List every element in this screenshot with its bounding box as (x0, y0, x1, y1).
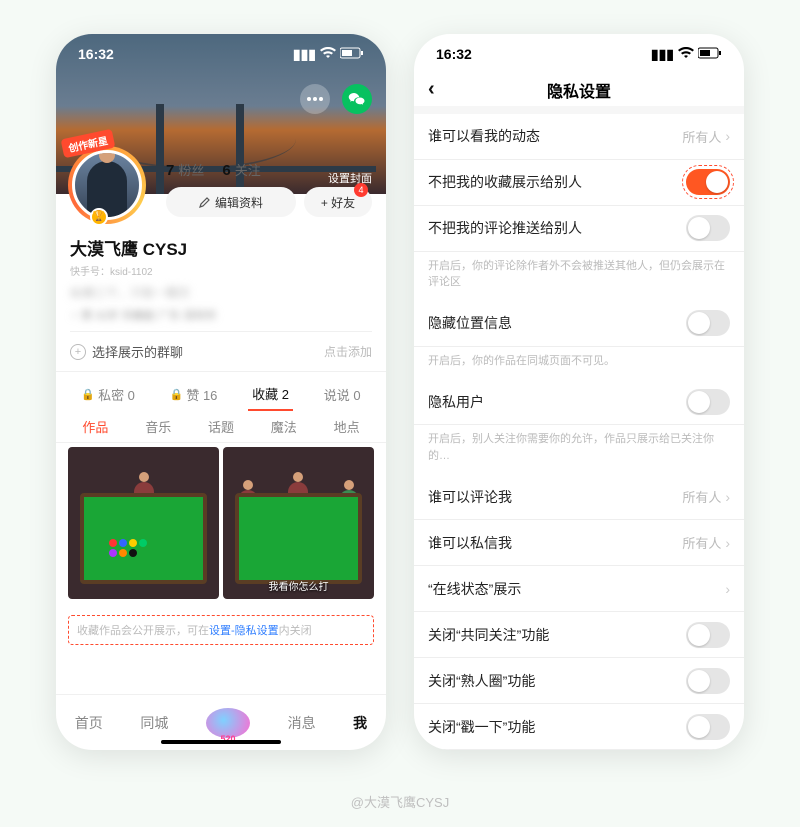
wechat-share-button[interactable] (342, 84, 372, 114)
lock-icon: 🔒 (170, 388, 184, 401)
row-who-dm[interactable]: 谁可以私信我 所有人› (414, 520, 744, 566)
plus-icon: + (70, 344, 86, 360)
favorites-public-notice: 收藏作品会公开展示，可在设置-隐私设置内关闭 (68, 615, 374, 645)
nav-messages[interactable]: 消息 (288, 713, 316, 733)
sub-tabs: 作品 音乐 话题 魔法 地点 (56, 411, 386, 443)
display-name: 大漠飞鹰 CYSJ (70, 235, 372, 260)
status-time: 16:32 (78, 46, 114, 62)
tags-blurred: ♂ 男 32岁 天蝎座 广东·深圳市 (70, 307, 372, 323)
subtab-works[interactable]: 作品 (82, 417, 108, 436)
settings-list: 谁可以看我的动态 所有人› 不把我的收藏展示给别人 不把我的评论推送给别人 开启… (414, 106, 744, 751)
status-icons: ▮▮▮ (293, 46, 364, 63)
battery-icon (340, 46, 364, 62)
add-friend-button[interactable]: + 好友 4 (304, 187, 372, 217)
row-who-comment[interactable]: 谁可以评论我 所有人› (414, 474, 744, 520)
nav-create[interactable] (206, 708, 250, 738)
toggle-mutual-follow[interactable] (686, 622, 730, 648)
row-poke: 关闭“戳一下”功能 (414, 704, 744, 750)
tab-favorites[interactable]: 收藏 2 (248, 378, 293, 411)
status-bar: 16:32 ▮▮▮ (414, 34, 744, 74)
signal-icon: ▮▮▮ (293, 46, 316, 63)
avatar[interactable]: 创作新星 🏆 (68, 146, 146, 224)
desc-private-user: 开启后，别人关注你需要你的允许，作品只展示给已关注你的… (414, 425, 744, 474)
toggle-hide-comments[interactable] (686, 215, 730, 241)
content-tabs: 🔒私密 0 🔒赞 16 收藏 2 说说 0 (56, 371, 386, 411)
tab-moments[interactable]: 说说 0 (320, 378, 365, 411)
tab-private[interactable]: 🔒私密 0 (77, 378, 139, 411)
image-credit: @大漠飞鹰CYSJ (0, 792, 800, 811)
nav-home[interactable]: 首页 (75, 713, 103, 733)
subtab-music[interactable]: 音乐 (145, 417, 171, 436)
home-indicator (161, 740, 281, 744)
nav-local[interactable]: 同城 (140, 713, 168, 733)
fans-stat[interactable]: 7粉丝 (166, 160, 204, 179)
bio-blurred: 纵横三千，只取一瓢饮 (70, 284, 372, 301)
chevron-right-icon: › (725, 489, 730, 505)
tab-likes[interactable]: 🔒赞 16 (166, 378, 222, 411)
group-label: 选择展示的群聊 (92, 342, 183, 361)
row-who-see-feed[interactable]: 谁可以看我的动态 所有人› (414, 114, 744, 160)
toggle-hide-favorites[interactable] (686, 169, 730, 195)
toggle-private-user[interactable] (686, 389, 730, 415)
row-private-user: 隐私用户 (414, 379, 744, 425)
row-close-friend: 关闭“熟人圈”功能 (414, 658, 744, 704)
friend-badge: 4 (354, 183, 368, 197)
left-phone: 16:32 ▮▮▮ (56, 34, 386, 750)
back-icon[interactable]: ‹ (428, 78, 435, 101)
status-icons: ▮▮▮ (651, 46, 722, 63)
chevron-right-icon: › (725, 581, 730, 597)
subtab-magic[interactable]: 魔法 (271, 417, 297, 436)
battery-icon (698, 46, 722, 62)
row-hide-favorites: 不把我的收藏展示给别人 (414, 160, 744, 206)
row-online-status[interactable]: “在线状态”展示 › (414, 566, 744, 612)
subtab-topic[interactable]: 话题 (208, 417, 234, 436)
toggle-poke[interactable] (686, 714, 730, 740)
edit-profile-label: 编辑资料 (215, 194, 263, 211)
wifi-icon (320, 46, 336, 62)
page-header: ‹ 隐私设置 (414, 74, 744, 106)
subtab-place[interactable]: 地点 (334, 417, 360, 436)
wifi-icon (678, 46, 694, 62)
chevron-right-icon: › (725, 128, 730, 144)
group-hint: 点击添加 (324, 343, 372, 360)
user-id: 快手号：ksid-1102 (70, 263, 372, 278)
page-title: 隐私设置 (547, 78, 611, 102)
following-stat[interactable]: 6关注 (222, 160, 260, 179)
add-friend-label: + 好友 (321, 194, 355, 211)
group-showcase-row[interactable]: + 选择展示的群聊 点击添加 (70, 331, 372, 371)
row-hide-comments: 不把我的评论推送给别人 (414, 206, 744, 252)
toggle-hide-location[interactable] (686, 310, 730, 336)
toggle-close-friend[interactable] (686, 668, 730, 694)
trophy-icon: 🏆 (90, 208, 108, 226)
desc-hide-location: 开启后，你的作品在同城页面不可见。 (414, 347, 744, 380)
signal-icon: ▮▮▮ (651, 46, 674, 63)
video-thumb-2[interactable]: 我看你怎么打 (223, 447, 374, 599)
right-phone: 16:32 ▮▮▮ ‹ 隐私设置 谁可以看我的动态 所有人› 不把我 (414, 34, 744, 750)
nav-me[interactable]: 我 (353, 713, 367, 733)
row-mutual-follow: 关闭“共同关注”功能 (414, 612, 744, 658)
row-hide-location: 隐藏位置信息 (414, 301, 744, 347)
desc-hide-comments: 开启后，你的评论除作者外不会被推送其他人，但仍会展示在评论区 (414, 252, 744, 301)
thumb-caption: 我看你怎么打 (223, 578, 374, 593)
edit-profile-button[interactable]: 编辑资料 (166, 187, 296, 217)
privacy-settings-link[interactable]: 设置-隐私设置 (209, 625, 279, 637)
more-button[interactable] (300, 84, 330, 114)
chevron-right-icon: › (725, 535, 730, 551)
status-time: 16:32 (436, 46, 472, 62)
video-thumb-1[interactable] (68, 447, 219, 599)
lock-icon: 🔒 (81, 388, 95, 401)
status-bar: 16:32 ▮▮▮ (56, 34, 386, 74)
